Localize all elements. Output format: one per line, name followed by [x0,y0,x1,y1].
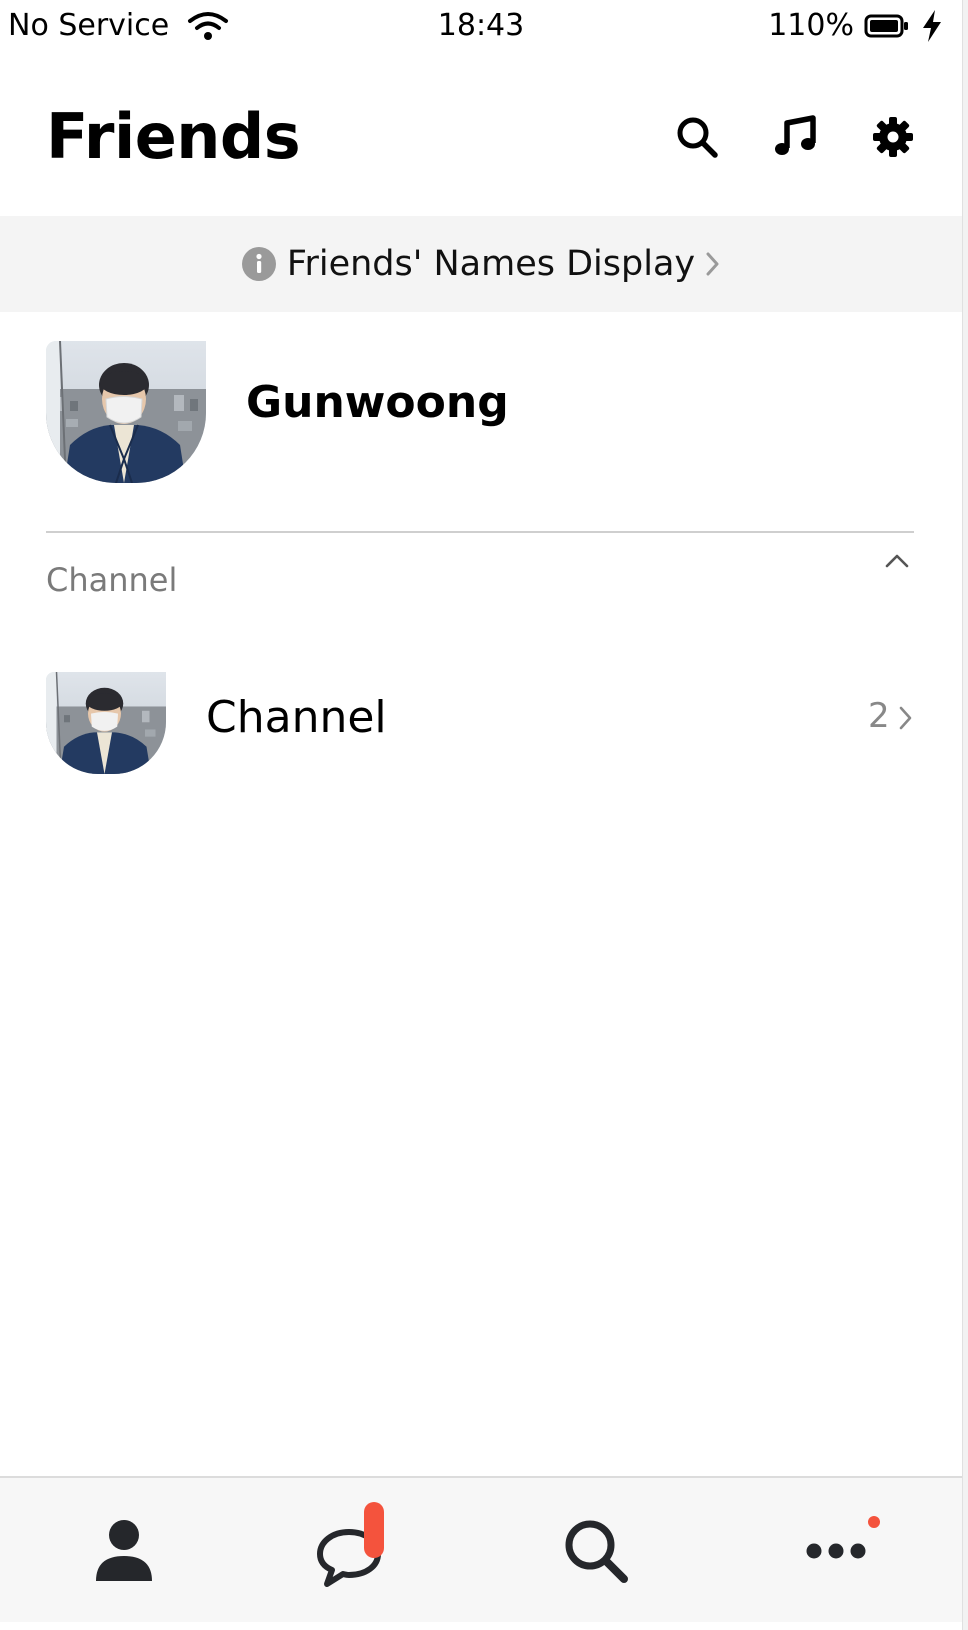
status-right: 110% [768,8,944,43]
search-icon [677,117,718,158]
chevron-up-icon [885,554,909,568]
screen-edge [962,0,968,1630]
more-dots-icon [806,1543,866,1559]
chat-badge-dot [364,1502,384,1558]
charging-bolt-icon [923,9,941,42]
person-icon [96,1520,152,1581]
channel-name: Channel [206,692,387,743]
names-display-banner[interactable]: Friends' Names Display [0,216,962,312]
chevron-right-icon [706,252,719,276]
tab-more[interactable] [766,1478,906,1624]
chat-bubble-icon [317,1529,381,1587]
bottom-tab-bar [0,1476,962,1622]
battery-icon [864,14,908,37]
page-title: Friends [46,100,301,173]
more-badge-dot [868,1516,880,1528]
settings-button[interactable] [866,110,920,164]
search-icon [565,1520,628,1583]
battery-percent: 110% [768,8,854,43]
my-profile-row[interactable]: Gunwoong [0,335,962,485]
section-title: Channel [46,561,178,599]
channel-list-item[interactable]: Channel 2 [0,660,962,780]
tab-friends[interactable] [54,1478,194,1624]
status-bar: No Service 18:43 110% [0,0,962,56]
chevron-right-icon [899,706,912,730]
app-header: Friends [0,80,962,200]
tab-search[interactable] [526,1478,666,1624]
collapse-section-button[interactable] [884,553,924,583]
info-icon [241,247,276,281]
avatar [46,341,206,483]
profile-name: Gunwoong [246,377,509,428]
gear-icon [873,117,913,157]
tab-chats[interactable] [286,1478,426,1624]
friends-screen: No Service 18:43 110% Friends Friends' N… [0,0,968,1630]
music-note-icon [775,115,816,155]
banner-label: Friends' Names Display [286,244,696,284]
header-actions [626,110,920,164]
divider [46,531,914,533]
search-button[interactable] [670,110,724,164]
channel-section-header: Channel [0,545,962,615]
channel-count: 2 [868,696,890,736]
music-button[interactable] [768,110,822,164]
channel-avatar [46,672,166,774]
